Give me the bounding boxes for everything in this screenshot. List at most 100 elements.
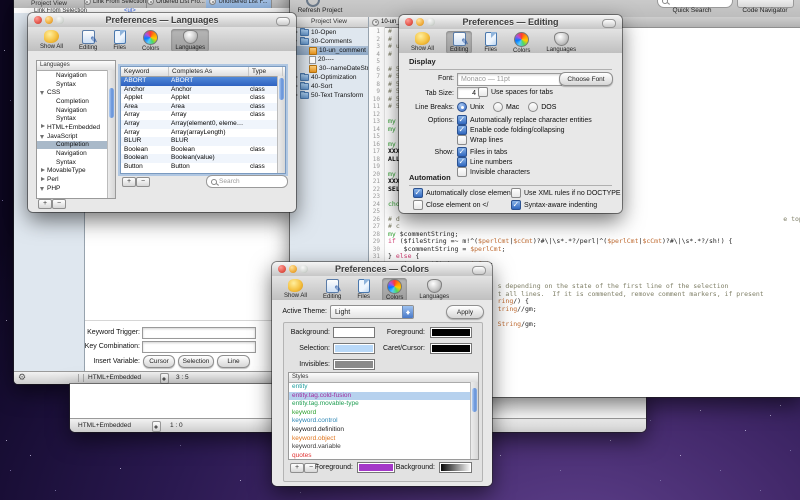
search-input[interactable]: Search [206, 175, 288, 188]
table-row[interactable]: ArrayArray(arrayLength) [121, 129, 285, 138]
tree-item[interactable]: MovableType [37, 167, 115, 176]
checkbox[interactable] [511, 200, 521, 210]
tree-item[interactable]: PHP [37, 184, 115, 193]
toolbar-item-languages[interactable]: Languages [171, 29, 209, 52]
toolbar-item-show-all[interactable]: Show All [280, 278, 311, 300]
disclosure-triangle-icon[interactable] [40, 185, 47, 192]
table-row[interactable]: BooleanBooleanclass [121, 146, 285, 155]
language-stepper-icon[interactable] [160, 373, 169, 384]
disclosure-triangle-icon[interactable] [40, 133, 47, 140]
toolbar-toggle-button[interactable] [602, 19, 616, 28]
tab-close-icon[interactable] [372, 19, 379, 26]
table-row[interactable]: BooleanBoolean(value) [121, 154, 285, 163]
scrollbar-thumb[interactable] [109, 88, 115, 118]
add-style-button[interactable]: + [290, 463, 304, 473]
radio-button[interactable] [528, 102, 538, 112]
toolbar-item-files[interactable]: Files [353, 278, 374, 301]
refresh-icon[interactable] [306, 0, 320, 7]
radio-button[interactable] [457, 102, 467, 112]
keyword-trigger-field[interactable] [142, 327, 256, 339]
scrollbar[interactable] [277, 76, 285, 173]
toolbar-item-editing[interactable]: Editing [319, 278, 345, 301]
cursor-button[interactable]: Cursor [143, 355, 175, 368]
selection-color-well[interactable] [333, 343, 375, 354]
refresh-project-label[interactable]: Refresh Project [290, 7, 350, 14]
toolbar-item-editing[interactable]: Editing [75, 29, 101, 52]
tab-size-field[interactable]: 4 [457, 87, 480, 99]
tree-item[interactable]: Completion [37, 97, 115, 106]
toolbar-item-languages[interactable]: Languages [542, 31, 580, 54]
tree-item[interactable]: Navigation [37, 149, 115, 158]
toolbar-item-show-all[interactable]: Show All [407, 31, 438, 53]
tree-item[interactable]: Syntax [37, 158, 115, 167]
foreground-color-well[interactable] [430, 327, 472, 338]
tree-item[interactable]: CSS [37, 88, 115, 97]
tree-item[interactable]: 30-Comments [290, 37, 368, 46]
invisibles-color-well[interactable] [333, 359, 375, 370]
line-button[interactable]: Line [217, 355, 250, 368]
toolbar-item-colors[interactable]: Colors [509, 31, 534, 55]
tree-item[interactable]: Syntax [37, 114, 115, 123]
disclosure-triangle-icon[interactable] [40, 89, 47, 96]
language-stepper-icon[interactable] [152, 421, 161, 432]
style-row[interactable]: entity.tag.movable-type [289, 400, 478, 409]
scrollbar-thumb[interactable] [279, 78, 285, 100]
table-row[interactable]: ButtonButtonclass [121, 163, 285, 172]
disclosure-triangle-icon[interactable] [40, 167, 47, 174]
table-row[interactable]: ABORTABORT [121, 77, 285, 86]
table-row[interactable]: ArrayArrayclass [121, 111, 285, 120]
remove-language-button[interactable]: − [52, 199, 66, 209]
toolbar-toggle-button[interactable] [472, 266, 486, 275]
style-row[interactable]: quotes [289, 452, 478, 460]
tree-item[interactable]: 40-Optimization [290, 73, 368, 82]
scrollbar[interactable] [470, 382, 478, 459]
toolbar-item-languages[interactable]: Languages [415, 278, 453, 301]
choose-font-button[interactable]: Choose Font [559, 72, 613, 86]
toolbar-item-files[interactable]: Files [480, 31, 501, 54]
table-row[interactable]: AppletAppletclass [121, 94, 285, 103]
tree-item[interactable]: 20---- [290, 55, 368, 64]
style-row[interactable]: entity.tag.cold-fusion [289, 392, 478, 401]
table-row[interactable]: ArrayArray(element0, eleme… [121, 120, 285, 129]
title-bar[interactable]: Preferences — Editing [399, 15, 622, 30]
table-row[interactable]: AnchorAnchorclass [121, 86, 285, 95]
disclosure-triangle-icon[interactable] [40, 124, 47, 131]
style-row[interactable]: keyword.variable [289, 443, 478, 452]
style-row[interactable]: entity [289, 383, 478, 392]
selection-button[interactable]: Selection [178, 355, 214, 368]
splitter-grip[interactable] [78, 374, 84, 382]
style-background-well[interactable] [439, 462, 472, 473]
add-language-button[interactable]: + [38, 199, 52, 209]
language-indicator[interactable]: HTML+Embedded [78, 419, 131, 432]
tree-item[interactable]: Navigation [37, 71, 115, 80]
toolbar-item-editing[interactable]: Editing [446, 31, 472, 54]
checkbox[interactable] [457, 157, 467, 167]
toolbar-item-files[interactable]: Files [109, 29, 130, 52]
tree-item[interactable]: Syntax [37, 80, 115, 89]
font-field[interactable]: Monaco — 11pt [457, 73, 562, 86]
tree-item[interactable]: 10-un_comment [290, 46, 368, 55]
table-row[interactable]: BLURBLUR [121, 137, 285, 146]
remove-completion-button[interactable]: − [136, 177, 150, 187]
checkbox[interactable] [413, 188, 423, 198]
sidebar-header[interactable]: Project View [290, 17, 368, 28]
tab-close-icon[interactable] [209, 0, 216, 5]
tree-item[interactable]: Perl [37, 175, 115, 184]
tab-ordered-list[interactable]: Ordered List Fro... [146, 0, 207, 8]
tree-item[interactable]: JavaScript [37, 132, 115, 141]
style-row[interactable]: keyword.definition [289, 426, 478, 435]
style-foreground-well[interactable] [357, 462, 395, 473]
toolbar-item-show-all[interactable]: Show All [36, 29, 67, 51]
checkbox[interactable] [457, 115, 467, 125]
checkbox[interactable] [457, 135, 467, 145]
toolbar-item-colors[interactable]: Colors [382, 278, 407, 302]
tab-unordered-list-active[interactable]: Unordered List F... [206, 0, 272, 8]
column-header[interactable]: Keyword [121, 67, 169, 76]
checkbox[interactable] [478, 87, 488, 97]
languages-list-header[interactable]: Languages [37, 61, 115, 71]
tree-item[interactable]: HTML+Embedded [37, 123, 115, 132]
radio-button[interactable] [493, 102, 503, 112]
tab-close-icon[interactable] [147, 0, 154, 5]
table-row[interactable]: AreaAreaclass [121, 103, 285, 112]
tree-item[interactable]: Completion [37, 141, 115, 150]
